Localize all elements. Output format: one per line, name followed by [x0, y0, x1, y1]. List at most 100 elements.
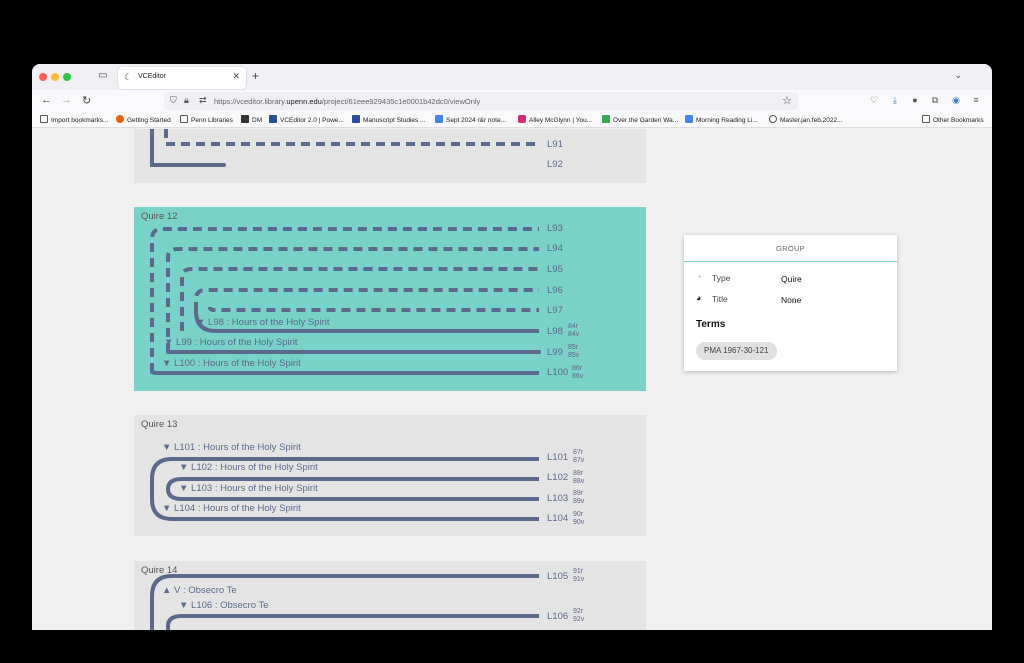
leaf-term[interactable]: ▼ L100 : Hours of the Holy Spirit	[162, 358, 301, 369]
folio-verso: 87v	[573, 457, 585, 464]
leaf-term[interactable]: ▼ L101 : Hours of the Holy Spirit	[162, 442, 301, 453]
quire-13-diagram	[150, 457, 539, 521]
folio-verso: 84v	[568, 331, 580, 338]
quire-13[interactable]: Quire 13 ▼ L101 : Hours of the Holy Spir…	[134, 415, 646, 536]
leaf-label[interactable]: L102	[547, 472, 568, 483]
tab-groups-icon[interactable]: ▭	[98, 70, 110, 82]
download-icon[interactable]: ⤓	[889, 95, 901, 107]
leaf-term[interactable]: ▼ L99 : Hours of the Holy Spirit	[164, 337, 298, 348]
leaf-label[interactable]: L105	[547, 571, 568, 582]
bookmark-alley-mcglynn[interactable]: Alley McGlynn | You...	[518, 115, 592, 124]
extension-icon[interactable]: ●	[909, 95, 921, 107]
tab-title: VCEditor	[138, 73, 167, 80]
folio-recto: 89r	[573, 490, 584, 497]
leaf-term[interactable]: ▼ L98 : Hours of the Holy Spirit	[196, 317, 330, 328]
bookmark-getting-started[interactable]: Getting Started	[116, 115, 171, 124]
back-arrow-icon[interactable]: ←	[41, 94, 52, 106]
leaf-label[interactable]: L106	[547, 611, 568, 622]
leaf-term[interactable]: ▼ L102 : Hours of the Holy Spirit	[179, 462, 318, 473]
shield-icon[interactable]: ⛉	[170, 95, 177, 106]
folio-verso: 85v	[568, 352, 580, 359]
bookmark-sept-2024[interactable]: Sept 2024 r&r note...	[435, 115, 506, 124]
folio-verso: 92v	[573, 616, 585, 623]
leaf-label[interactable]: L91	[547, 139, 563, 150]
loading-icon: ☾	[124, 72, 133, 82]
group-info-panel: GROUP ◔ Type Quire ◕ Title None Terms PM…	[684, 235, 897, 371]
tab-bar: ▭ ☾ VCEditor ✕ + ⌄	[32, 64, 992, 90]
firefox-icon	[116, 115, 124, 123]
eye-slash-icon[interactable]: ◕	[696, 293, 701, 303]
vceditor-icon	[269, 115, 277, 123]
docs-icon	[685, 115, 693, 123]
puzzle-icon[interactable]: ⧉	[929, 95, 941, 107]
reload-icon[interactable]: ↻	[82, 94, 91, 107]
bookmark-other[interactable]: Other Bookmarks	[922, 115, 984, 124]
account-icon[interactable]: ◉	[950, 95, 962, 107]
quire-14[interactable]: Quire 14 L105 91r 91v ▲ V : Obsecro Te ▼…	[134, 561, 646, 630]
bookmark-manuscript-studies[interactable]: Manuscript Studies ...	[352, 115, 426, 124]
folio-recto: 88r	[573, 470, 584, 477]
title-value: None	[781, 295, 802, 305]
leaf-label[interactable]: L96	[547, 285, 563, 296]
forward-arrow-icon[interactable]: →	[61, 94, 72, 106]
leaf-term[interactable]: ▲ V : Obsecro Te	[162, 585, 237, 596]
folder-icon	[180, 115, 188, 123]
pocket-icon[interactable]: ♡	[868, 95, 880, 107]
star-icon[interactable]: ☆	[782, 94, 792, 107]
leaf-label[interactable]: L101	[547, 452, 568, 463]
leaf-label[interactable]: L98	[547, 326, 563, 337]
leaf-label[interactable]: L97	[547, 305, 563, 316]
bookmark-penn-libraries[interactable]: Penn Libraries	[180, 115, 233, 124]
leaf-label[interactable]: L94	[547, 243, 563, 254]
quire-11[interactable]: L91 L92	[134, 129, 646, 183]
leaf-label[interactable]: L93	[547, 223, 563, 234]
lock-icon[interactable]: 🔒︎	[184, 95, 189, 106]
folio-verso: 86v	[572, 373, 584, 380]
panel-header: GROUP	[684, 235, 897, 262]
minimize-window-button[interactable]	[51, 73, 59, 81]
quire-11-diagram	[150, 129, 539, 167]
leaf-label[interactable]: L92	[547, 159, 563, 170]
bookmark-import[interactable]: Import bookmarks...	[40, 115, 108, 124]
folio-recto: 92r	[573, 608, 584, 615]
bookmarks-bar: Import bookmarks... Getting Started Penn…	[32, 112, 992, 128]
bookmark-master-jan-feb[interactable]: Master.jan.feb.2022...	[769, 115, 843, 124]
leaf-label[interactable]: L99	[547, 347, 563, 358]
type-label: Type	[712, 273, 731, 283]
leaf-label[interactable]: L100	[547, 367, 568, 378]
terms-heading: Terms	[696, 319, 726, 330]
url-text[interactable]: https://vceditor.library.upenn.edu/proje…	[214, 97, 480, 106]
folio-recto: 90r	[573, 511, 584, 518]
bookmark-vceditor[interactable]: VCEditor 2.0 | Powe...	[269, 115, 344, 124]
folio-recto: 86r	[572, 365, 583, 372]
folder-icon	[922, 115, 930, 123]
chevron-down-icon[interactable]: ⌄	[954, 70, 962, 81]
leaf-label[interactable]: L95	[547, 264, 563, 275]
import-icon	[40, 115, 48, 123]
menu-icon[interactable]: ≡	[970, 95, 982, 107]
eye-hidden-icon[interactable]: ◔	[696, 272, 701, 282]
bookmark-dm[interactable]: DM	[241, 115, 262, 124]
zoom-window-button[interactable]	[63, 73, 71, 81]
new-tab-button[interactable]: +	[252, 69, 259, 83]
url-bar[interactable]: ⛉ 🔒︎ ⇄ https://vceditor.library.upenn.ed…	[164, 92, 798, 110]
term-chip[interactable]: PMA 1967-30-121	[696, 342, 777, 360]
close-window-button[interactable]	[39, 73, 47, 81]
dm-icon	[241, 115, 249, 123]
folio-recto: 85r	[568, 344, 579, 351]
instagram-icon	[518, 115, 526, 123]
leaf-label[interactable]: L104	[547, 513, 568, 524]
folio-recto: 87r	[573, 449, 584, 456]
leaf-term[interactable]: ▼ L103 : Hours of the Holy Spirit	[179, 483, 318, 494]
leaf-term[interactable]: ▼ L106 : Obsecro Te	[179, 600, 269, 611]
bookmark-morning-reading[interactable]: Morning Reading Li...	[685, 115, 758, 124]
title-label: Title	[712, 294, 728, 304]
leaf-term[interactable]: ▼ L104 : Hours of the Holy Spirit	[162, 503, 301, 514]
bookmark-garden-wall[interactable]: Over the Garden Wa...	[602, 115, 678, 124]
leaf-label[interactable]: L103	[547, 493, 568, 504]
tab-vceditor[interactable]: ☾ VCEditor ✕	[118, 67, 246, 89]
close-tab-icon[interactable]: ✕	[232, 71, 240, 82]
navigation-bar: ← → ↻ ⛉ 🔒︎ ⇄ https://vceditor.library.up…	[32, 90, 992, 112]
permissions-icon[interactable]: ⇄	[199, 95, 207, 106]
quire-12[interactable]: Quire 12 L93 L94 L95 L96 L97 ▼ L98 : Hou…	[134, 207, 646, 391]
